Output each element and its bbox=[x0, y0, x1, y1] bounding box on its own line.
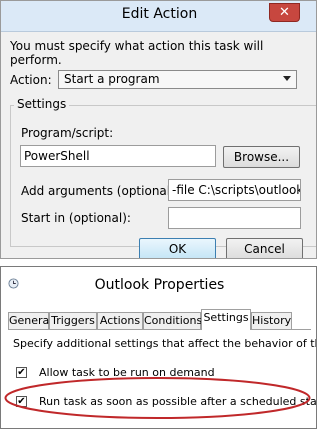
ok-button[interactable]: OK bbox=[139, 238, 216, 258]
cancel-button[interactable]: Cancel bbox=[226, 238, 303, 258]
tab-actions[interactable]: Actions bbox=[97, 312, 143, 329]
tab-divider bbox=[8, 329, 311, 330]
properties-title: Outlook Properties bbox=[94, 277, 225, 293]
instruction-text: You must specify what action this task w… bbox=[10, 39, 264, 67]
program-input-value: PowerShell bbox=[24, 149, 90, 163]
browse-button[interactable]: Browse... bbox=[223, 146, 300, 168]
edit-action-dialog: Edit Action ✕ You must specify what acti… bbox=[0, 0, 317, 259]
title-bar: Edit Action ✕ bbox=[1, 1, 316, 32]
tab-general[interactable]: General bbox=[8, 312, 52, 329]
tab-settings[interactable]: Settings bbox=[201, 309, 251, 330]
close-button[interactable]: ✕ bbox=[269, 3, 300, 22]
close-icon: ✕ bbox=[279, 5, 290, 20]
start-in-label: Start in (optional): bbox=[21, 211, 131, 225]
action-select-value: Start a program bbox=[64, 72, 160, 86]
arguments-input-value: -file C:\scripts\outlook bbox=[172, 183, 301, 197]
arguments-input[interactable]: -file C:\scripts\outlook bbox=[168, 179, 301, 201]
settings-group-label: Settings bbox=[14, 97, 70, 111]
action-label: Action: bbox=[10, 73, 52, 87]
tab-conditions[interactable]: Conditions bbox=[143, 312, 202, 329]
tab-triggers[interactable]: Triggers bbox=[49, 312, 97, 329]
start-in-input[interactable] bbox=[168, 207, 301, 229]
program-label: Program/script: bbox=[21, 126, 114, 140]
arguments-label: Add arguments (optional): bbox=[21, 184, 179, 198]
settings-description: Specify additional settings that affect … bbox=[13, 337, 316, 350]
highlight-ellipse bbox=[4, 377, 311, 419]
program-input[interactable]: PowerShell bbox=[20, 145, 216, 167]
tab-history[interactable]: History bbox=[251, 312, 292, 329]
action-select[interactable]: Start a program bbox=[58, 70, 297, 89]
chevron-down-icon bbox=[283, 76, 291, 81]
